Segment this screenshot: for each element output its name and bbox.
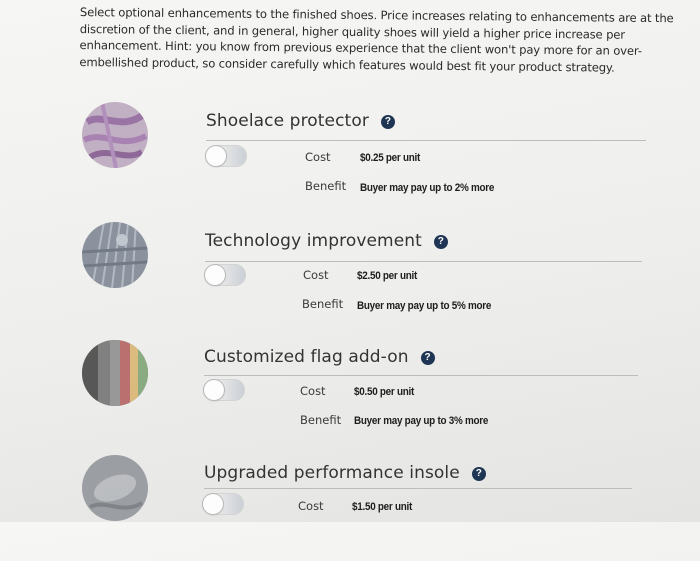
- enhancement-toggle[interactable]: [202, 493, 244, 515]
- help-icon[interactable]: ?: [433, 235, 448, 249]
- insole-thumbnail: [82, 455, 148, 521]
- toggle-knob: [206, 146, 226, 166]
- cost-value: $1.50 per unit: [352, 501, 413, 513]
- enhancement-customized-flag: Customized flag add-on? Cost $0.50 per u…: [0, 336, 700, 446]
- enhancement-toggle[interactable]: [204, 264, 246, 286]
- help-icon[interactable]: ?: [471, 467, 486, 481]
- enhancement-title: Upgraded performance insole?: [204, 463, 486, 483]
- benefit-label: Benefit: [305, 179, 347, 193]
- benefit-value: Buyer may pay up to 3% more: [354, 415, 489, 427]
- divider: [205, 261, 642, 262]
- benefit-value: Buyer may pay up to 2% more: [360, 182, 495, 194]
- toggle-knob: [204, 380, 224, 400]
- benefit-label: Benefit: [302, 297, 344, 311]
- benefit-value: Buyer may pay up to 5% more: [357, 300, 492, 312]
- cost-label: Cost: [300, 384, 326, 398]
- divider: [206, 140, 646, 141]
- enhancement-toggle[interactable]: [205, 145, 247, 167]
- enhancement-title: Customized flag add-on?: [204, 347, 435, 367]
- cost-label: Cost: [305, 150, 331, 164]
- shoelace-thumbnail: [82, 102, 148, 168]
- enhancement-toggle[interactable]: [203, 379, 245, 401]
- flags-thumbnail: [82, 340, 148, 406]
- enhancement-title: Shoelace protector?: [206, 111, 395, 131]
- help-icon[interactable]: ?: [420, 351, 435, 365]
- cost-value: $2.50 per unit: [357, 270, 418, 282]
- cost-label: Cost: [303, 268, 329, 282]
- technology-thumbnail: [82, 222, 148, 288]
- instructions-text: Select optional enhancements to the fini…: [79, 4, 674, 75]
- cost-value: $0.25 per unit: [360, 152, 421, 164]
- cost-label: Cost: [298, 499, 324, 513]
- cost-value: $0.50 per unit: [354, 386, 415, 398]
- benefit-label: Benefit: [300, 413, 342, 427]
- divider: [204, 375, 638, 376]
- enhancement-title: Technology improvement?: [205, 231, 448, 251]
- enhancement-technology-improvement: Technology improvement? Cost $2.50 per u…: [0, 220, 700, 330]
- divider: [204, 488, 632, 489]
- enhancement-performance-insole: Upgraded performance insole? Cost $1.50 …: [0, 451, 700, 561]
- enhancement-shoelace-protector: Shoelace protector? Cost $0.25 per unit …: [0, 100, 700, 210]
- toggle-knob: [203, 494, 223, 514]
- toggle-knob: [205, 265, 225, 285]
- help-icon[interactable]: ?: [380, 115, 395, 129]
